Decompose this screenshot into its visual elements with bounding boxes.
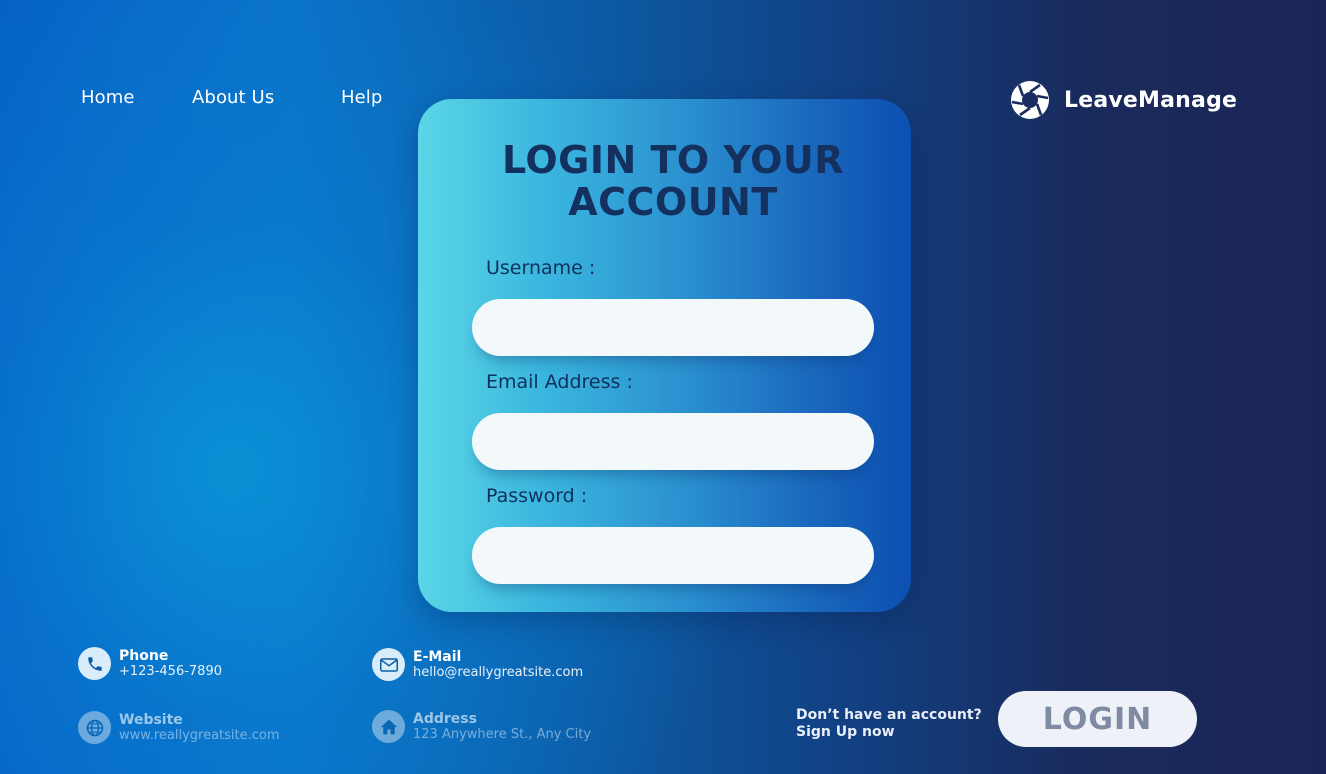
signup-question: Don’t have an account? <box>796 707 982 723</box>
signup-prompt: Don’t have an account? Sign Up now <box>796 707 982 741</box>
contact-website: Website www.reallygreatsite.com <box>78 711 280 744</box>
website-title: Website <box>119 711 183 728</box>
website-value: www.reallygreatsite.com <box>119 727 280 743</box>
phone-value: +123-456-7890 <box>119 663 222 679</box>
email-contact-value: hello@reallygreatsite.com <box>413 664 584 680</box>
username-label: Username : <box>486 257 596 279</box>
login-button[interactable]: LOGIN <box>998 691 1197 747</box>
username-input[interactable] <box>472 299 874 356</box>
nav-help[interactable]: Help <box>341 87 382 108</box>
login-title-line-1: LOGIN TO YOUR <box>501 138 845 182</box>
brand[interactable]: LeaveManage <box>1010 80 1237 120</box>
camera-shutter-icon <box>1011 81 1049 119</box>
phone-icon <box>78 647 111 680</box>
globe-icon <box>78 711 111 744</box>
email-input[interactable] <box>472 413 874 470</box>
login-title-line-2: ACCOUNT <box>568 180 778 224</box>
contact-address: Address 123 Anywhere St., Any City <box>372 710 591 743</box>
nav-about-us[interactable]: About Us <box>192 87 274 108</box>
email-contact-title: E-Mail <box>413 648 462 665</box>
contact-email: E-Mail hello@reallygreatsite.com <box>372 648 583 681</box>
brand-name: LeaveManage <box>1064 87 1238 113</box>
address-value: 123 Anywhere St., Any City <box>413 726 592 742</box>
mail-icon <box>372 648 405 681</box>
contact-phone: Phone +123-456-7890 <box>78 647 222 680</box>
password-label: Password : <box>486 485 588 507</box>
email-label: Email Address : <box>486 371 633 393</box>
login-title: LOGIN TO YOUR ACCOUNT <box>418 139 928 223</box>
address-title: Address <box>413 710 477 727</box>
login-card: LOGIN TO YOUR ACCOUNT Username : Email A… <box>418 99 911 612</box>
home-icon <box>372 710 405 743</box>
phone-title: Phone <box>119 647 169 664</box>
signup-link[interactable]: Sign Up now <box>796 724 982 741</box>
password-input[interactable] <box>472 527 874 584</box>
nav-home[interactable]: Home <box>81 87 135 108</box>
